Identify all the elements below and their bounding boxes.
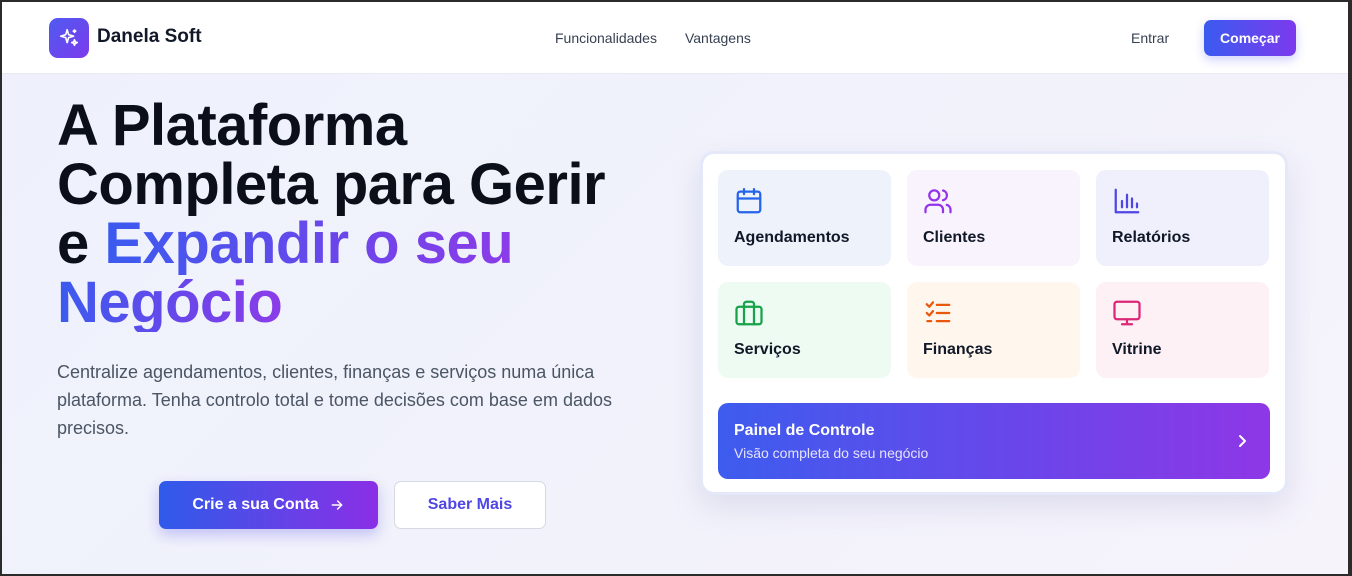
tile-label: Agendamentos bbox=[734, 229, 850, 246]
features-card: Agendamentos Clientes Relatórios Serviço… bbox=[700, 151, 1288, 495]
calendar-icon bbox=[736, 188, 762, 214]
nav-links: Funcionalidades Vantagens bbox=[555, 30, 751, 46]
create-account-button[interactable]: Crie a sua Conta bbox=[159, 481, 378, 529]
hero-title: A Plataforma Completa para Gerir e Expan… bbox=[57, 96, 677, 332]
tile-relatorios[interactable]: Relatórios bbox=[1096, 170, 1269, 266]
tile-vitrine[interactable]: Vitrine bbox=[1096, 282, 1269, 378]
briefcase-icon bbox=[735, 300, 763, 326]
panel-subtitle: Visão completa do seu negócio bbox=[734, 445, 929, 461]
arrow-right-icon bbox=[331, 500, 343, 510]
hero-title-line-2: Completa para Gerir bbox=[57, 152, 606, 217]
tile-label: Vitrine bbox=[1112, 341, 1162, 358]
tile-label: Clientes bbox=[923, 229, 986, 246]
tile-label: Finanças bbox=[923, 341, 993, 358]
hero-title-highlight-2: Negócio bbox=[57, 270, 283, 335]
tile-clientes[interactable]: Clientes bbox=[907, 170, 1080, 266]
learn-more-button[interactable]: Saber Mais bbox=[394, 481, 546, 529]
logo[interactable] bbox=[49, 18, 89, 58]
sparkles-icon bbox=[59, 28, 79, 47]
panel-title: Painel de Controle bbox=[734, 422, 875, 439]
brand-name[interactable]: Danela Soft bbox=[97, 26, 202, 48]
list-check-icon bbox=[925, 301, 951, 323]
navbar: Danela Soft Funcionalidades Vantagens En… bbox=[2, 2, 1348, 74]
nav-link-funcionalidades[interactable]: Funcionalidades bbox=[555, 30, 657, 46]
page: Danela Soft Funcionalidades Vantagens En… bbox=[2, 2, 1348, 574]
monitor-icon bbox=[1113, 300, 1141, 326]
create-account-label: Crie a sua Conta bbox=[192, 496, 319, 513]
tile-agendamentos[interactable]: Agendamentos bbox=[718, 170, 891, 266]
login-link[interactable]: Entrar bbox=[1131, 30, 1169, 46]
dashboard-panel-button[interactable]: Painel de Controle Visão completa do seu… bbox=[718, 403, 1270, 479]
tile-financas[interactable]: Finanças bbox=[907, 282, 1080, 378]
hero-title-e: e bbox=[57, 211, 105, 276]
nav-link-vantagens[interactable]: Vantagens bbox=[685, 30, 751, 46]
bar-chart-icon bbox=[1114, 188, 1140, 214]
users-icon bbox=[924, 189, 952, 214]
tile-label: Serviços bbox=[734, 341, 801, 358]
chevron-right-icon bbox=[1239, 435, 1246, 447]
hero-subtitle: Centralize agendamentos, clientes, finan… bbox=[57, 362, 612, 438]
hero-title-highlight-1: Expandir o seu bbox=[104, 211, 514, 276]
tile-label: Relatórios bbox=[1112, 229, 1191, 246]
hero-title-line-3: e Expandir o seu bbox=[57, 214, 677, 273]
hero-title-line-1: A Plataforma bbox=[57, 93, 407, 158]
tile-servicos[interactable]: Serviços bbox=[718, 282, 891, 378]
start-button[interactable]: Começar bbox=[1204, 20, 1296, 56]
